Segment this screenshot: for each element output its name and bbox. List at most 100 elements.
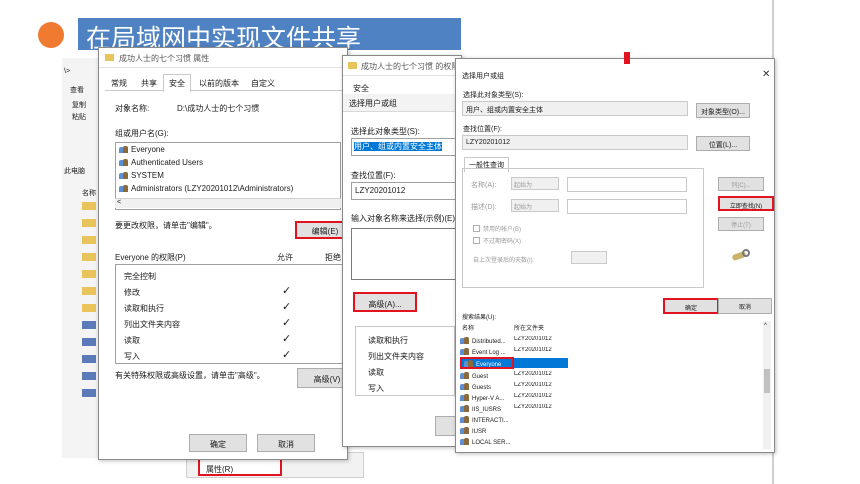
user-list-hscroll[interactable]: < bbox=[115, 198, 341, 208]
user-item-administrators[interactable]: Administrators (LZY20201012\Administrato… bbox=[116, 182, 340, 195]
folder-icon bbox=[105, 54, 114, 61]
desc-query-input[interactable] bbox=[567, 199, 687, 214]
users-group-icon bbox=[464, 359, 473, 367]
results-header-name[interactable]: 名称 bbox=[462, 323, 474, 332]
nav-this-pc[interactable]: 此电脑 bbox=[64, 166, 85, 176]
user-icon bbox=[460, 426, 469, 434]
mid-heading: 选择用户或组 bbox=[349, 99, 397, 108]
group-user-label: 组或用户名(G): bbox=[115, 129, 169, 138]
users-group-icon bbox=[460, 404, 469, 412]
orange-bullet-dot bbox=[38, 22, 64, 48]
mid-perm-list-folder: 列出文件夹内容 bbox=[368, 352, 424, 361]
name-query-input[interactable] bbox=[567, 177, 687, 192]
perm-list-folder: 列出文件夹内容 bbox=[124, 320, 180, 329]
nonexpiring-label: 不过期密码(X) bbox=[483, 239, 521, 245]
query-panel: 名称(A): 起始为 描述(D): 起始为 禁用的帐户(B) 不过期密码(X) … bbox=[462, 168, 704, 288]
advanced-text: 有关特殊权限或高级设置，请单击"高级"。 bbox=[115, 371, 265, 380]
locations-label: 位置(L)... bbox=[708, 142, 738, 149]
users-group-icon bbox=[119, 171, 128, 179]
properties-cancel-button[interactable]: 取消 bbox=[257, 434, 315, 452]
users-group-icon bbox=[460, 437, 469, 445]
stop-button[interactable]: 停止(T) bbox=[718, 217, 764, 231]
results-scrollbar[interactable]: ^ bbox=[763, 321, 771, 449]
find-now-button[interactable]: 立即查找(N) bbox=[718, 196, 774, 211]
days-since-logon-select[interactable] bbox=[571, 251, 607, 264]
properties-cancel-label: 取消 bbox=[278, 440, 294, 449]
name-mode-select[interactable]: 起始为 bbox=[511, 177, 559, 190]
name-mode-value: 起始为 bbox=[514, 183, 533, 189]
results-list[interactable]: Distributed... LZY20201012 Event Log ... L… bbox=[460, 335, 764, 450]
user-item-system[interactable]: SYSTEM bbox=[116, 169, 340, 182]
mid-enter-label: 输入对象名称来选择(示例)(E): bbox=[351, 214, 458, 223]
adv-ok-button[interactable]: 确定 bbox=[663, 298, 719, 314]
folder-icon-list bbox=[82, 202, 96, 452]
change-permissions-text: 要更改权限，请单击"编辑"。 bbox=[115, 221, 217, 230]
result-row[interactable]: INTERACTI... bbox=[460, 415, 580, 425]
perm-read-execute: 读取和执行 bbox=[124, 304, 164, 313]
nonexpiring-checkbox[interactable] bbox=[473, 237, 480, 244]
result-row-everyone[interactable]: Everyone bbox=[460, 357, 514, 369]
adv-type-value: 用户、组或内置安全主体 bbox=[466, 107, 543, 114]
days-since-logon-label: 自上次登录后的天数(I): bbox=[473, 258, 535, 264]
mid-type-value: 用户、组或内置安全主体 bbox=[354, 142, 442, 151]
result-row[interactable]: IUSR bbox=[460, 426, 580, 436]
user-icon bbox=[460, 371, 469, 379]
mid-type-label: 选择此对象类型(S): bbox=[351, 127, 420, 136]
users-group-icon bbox=[119, 158, 128, 166]
advanced-a-button[interactable]: 高级(A)... bbox=[353, 292, 417, 312]
advanced-select-dialog: 选择用户或组 ✕ 选择此对象类型(S): 用户、组或内置安全主体 对象类型(O)… bbox=[455, 58, 775, 453]
tab-general[interactable]: 常规 bbox=[111, 78, 127, 89]
disabled-accounts-label: 禁用的帐户(B) bbox=[483, 227, 521, 233]
adv-cancel-label: 取消 bbox=[738, 305, 751, 311]
desc-mode-value: 起始为 bbox=[514, 205, 533, 211]
ribbon-paste[interactable]: 粘贴 bbox=[72, 112, 86, 122]
result-row[interactable]: LOCAL SER... bbox=[460, 437, 580, 447]
result-row[interactable]: Distributed... LZY20201012 bbox=[460, 336, 580, 346]
adv-type-label: 选择此对象类型(S): bbox=[463, 92, 524, 99]
tab-security[interactable]: 安全 bbox=[163, 74, 191, 92]
tab-sharing[interactable]: 共享 bbox=[141, 78, 157, 89]
perm-full-control: 完全控制 bbox=[124, 272, 156, 281]
ribbon-copy[interactable]: 复制 bbox=[72, 100, 86, 110]
mid-perm-read-execute: 读取和执行 bbox=[368, 336, 408, 345]
find-now-label: 立即查找(N) bbox=[729, 204, 763, 210]
mid-security-tab[interactable]: 安全 bbox=[353, 83, 369, 94]
users-group-icon bbox=[460, 393, 469, 401]
adv-close-icon[interactable]: ✕ bbox=[762, 69, 770, 80]
object-types-button[interactable]: 对象类型(O)... bbox=[696, 103, 750, 118]
columns-button[interactable]: 列(C)... bbox=[718, 177, 764, 191]
user-item-everyone[interactable]: Everyone bbox=[116, 143, 340, 156]
object-name-input[interactable] bbox=[351, 228, 461, 280]
users-group-icon bbox=[460, 336, 469, 344]
permissions-titlebar: 成功人士的七个习惯 的权限 bbox=[343, 56, 461, 76]
user-item-authenticated[interactable]: Authenticated Users bbox=[116, 156, 340, 169]
properties-titlebar: 成功人士的七个习惯 属性 bbox=[99, 48, 347, 68]
properties-ok-button[interactable]: 确定 bbox=[189, 434, 247, 452]
result-row[interactable]: IIS_IUSRS LZY20201012 bbox=[460, 404, 580, 414]
adv-cancel-button[interactable]: 取消 bbox=[718, 298, 772, 314]
name-query-label: 名称(A): bbox=[471, 182, 497, 189]
scroll-up-icon[interactable]: ^ bbox=[764, 323, 767, 329]
properties-dialog: 成功人士的七个习惯 属性 常规 共享 安全 以前的版本 自定义 对象名称: D:… bbox=[98, 47, 357, 460]
result-row[interactable]: Guest LZY20201012 bbox=[460, 371, 580, 381]
ribbon-view[interactable]: 查看 bbox=[70, 85, 84, 95]
adv-title: 选择用户或组 bbox=[462, 73, 504, 80]
tab-customize[interactable]: 自定义 bbox=[251, 78, 275, 89]
disabled-accounts-checkbox[interactable] bbox=[473, 225, 480, 232]
properties-menu-item[interactable]: 属性(R) bbox=[198, 458, 282, 476]
object-name-label: 对象名称: bbox=[115, 104, 150, 113]
results-header-folder[interactable]: 所在文件夹 bbox=[514, 323, 544, 332]
adv-location-label: 查找位置(F): bbox=[463, 126, 502, 133]
users-group-icon bbox=[460, 347, 469, 355]
users-group-icon bbox=[119, 145, 128, 153]
result-row[interactable]: Event Log ... LZY20201012 bbox=[460, 347, 580, 357]
result-row[interactable]: Hyper-V A... LZY20201012 bbox=[460, 393, 580, 403]
result-row[interactable]: Guests LZY20201012 bbox=[460, 382, 580, 392]
advanced-a-label: 高级(A)... bbox=[368, 300, 402, 309]
select-user-dialog: 成功人士的七个习惯 的权限 安全 选择用户或组 选择此对象类型(S): 用户、组… bbox=[342, 55, 465, 447]
locations-button[interactable]: 位置(L)... bbox=[696, 136, 750, 151]
adv-location-field: LZY20201012 bbox=[462, 135, 688, 150]
object-types-label: 对象类型(O)... bbox=[701, 109, 745, 116]
desc-mode-select[interactable]: 起始为 bbox=[511, 199, 559, 212]
tab-previous-versions[interactable]: 以前的版本 bbox=[199, 78, 239, 89]
